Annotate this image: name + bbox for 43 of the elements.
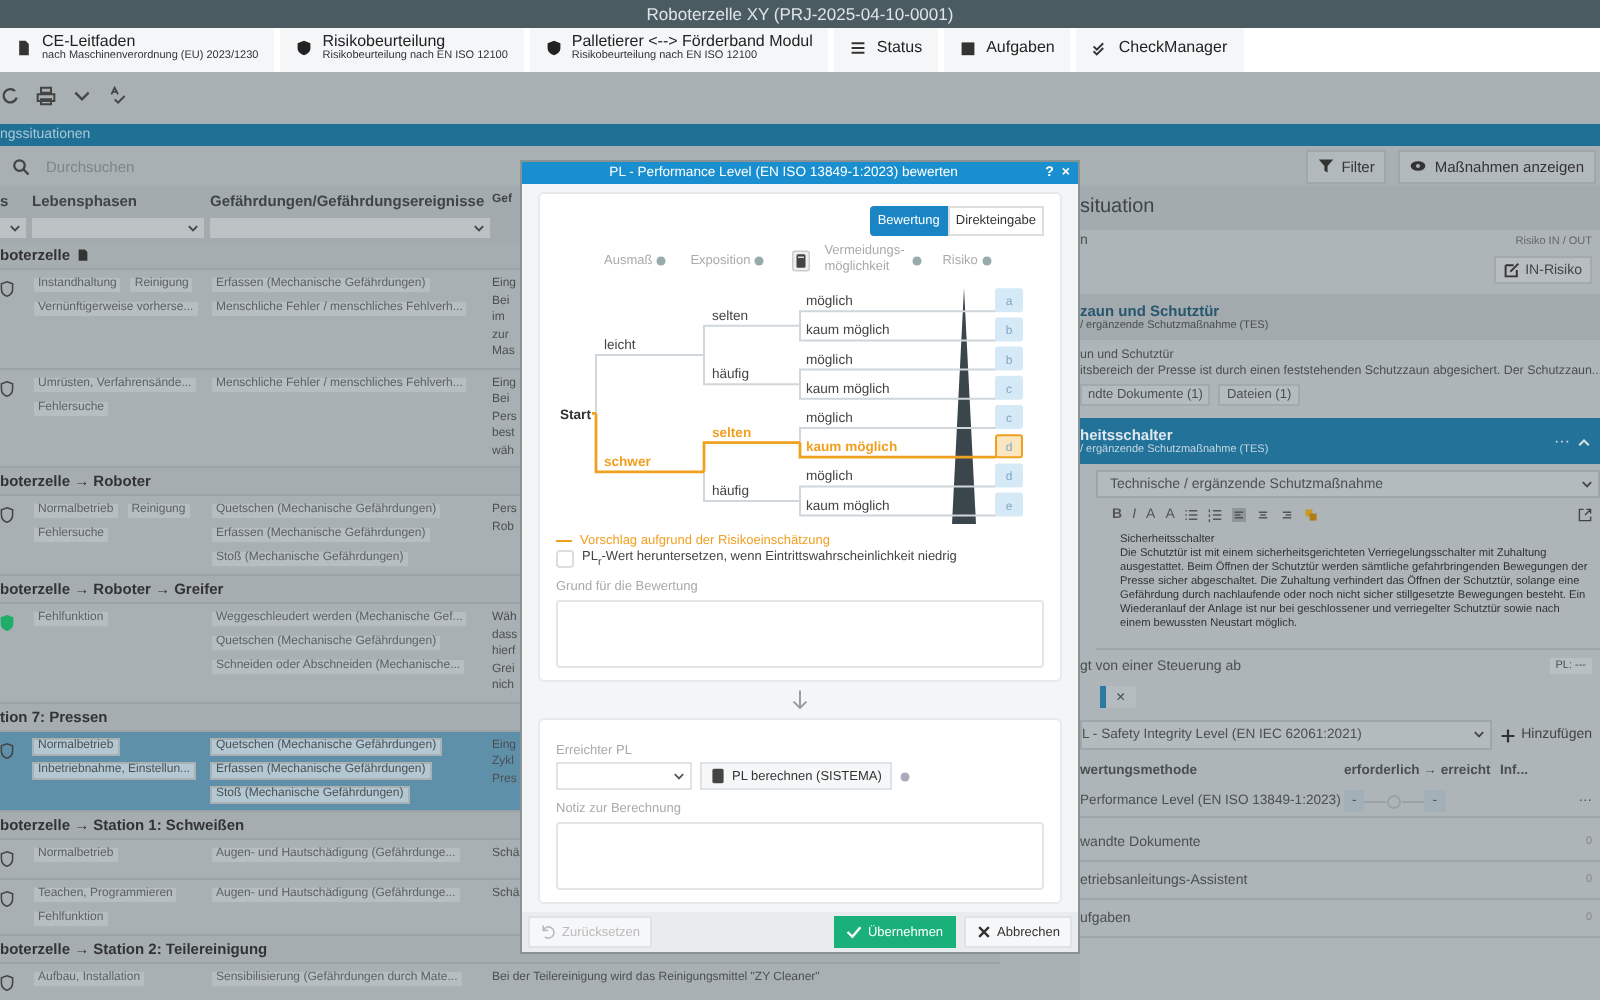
double-check-icon <box>1092 40 1109 56</box>
undo-icon <box>540 924 556 941</box>
eye-icon <box>1410 158 1427 174</box>
document-icon <box>16 40 32 56</box>
module-tab[interactable]: CheckManager <box>1076 28 1244 72</box>
chevron-down-icon <box>672 769 686 784</box>
module-tab[interactable]: Status <box>834 28 939 72</box>
chevron-up-icon[interactable] <box>1576 433 1592 449</box>
document-icon <box>78 248 89 262</box>
chevron-down-icon <box>1580 477 1594 491</box>
note-field[interactable] <box>556 822 1044 891</box>
align-center-icon[interactable] <box>1256 507 1271 521</box>
checkmark-icon <box>845 924 862 941</box>
external-link-icon[interactable] <box>1578 507 1592 521</box>
search-icon <box>12 157 30 175</box>
chevron-down-icon[interactable] <box>72 86 92 106</box>
shield-icon <box>296 40 313 56</box>
column-filter-select[interactable] <box>0 218 26 238</box>
print-icon[interactable] <box>36 86 56 106</box>
funnel-icon <box>1317 158 1334 174</box>
chevron-down-icon <box>8 221 22 235</box>
plus-icon <box>1499 727 1516 743</box>
panel-title: situation <box>1080 186 1600 230</box>
align-right-icon[interactable] <box>1280 507 1295 521</box>
spellcheck-icon[interactable] <box>108 86 128 106</box>
close-icon <box>975 924 992 941</box>
reason-field[interactable] <box>556 600 1044 669</box>
shield-icon <box>545 40 562 56</box>
numbered-list-icon[interactable] <box>1208 507 1223 521</box>
refresh-icon[interactable] <box>0 86 20 106</box>
align-left-icon[interactable] <box>1232 507 1247 521</box>
checkbox[interactable] <box>556 549 574 568</box>
list-icon <box>850 40 867 56</box>
module-tab[interactable]: Aufgaben <box>944 28 1071 72</box>
remove-button[interactable]: × <box>1100 686 1136 708</box>
more-menu[interactable]: ··· <box>1554 432 1570 450</box>
window-title: Roboterzelle XY (PRJ-2025-04-10-0001) <box>646 4 954 24</box>
chevron-down-icon <box>1471 728 1486 742</box>
arrow-down-icon <box>792 690 808 711</box>
chevron-down-icon <box>186 221 200 235</box>
edit-icon <box>1503 262 1520 278</box>
chevron-down-icon <box>472 221 486 235</box>
bullet-list-icon[interactable] <box>1184 507 1199 521</box>
